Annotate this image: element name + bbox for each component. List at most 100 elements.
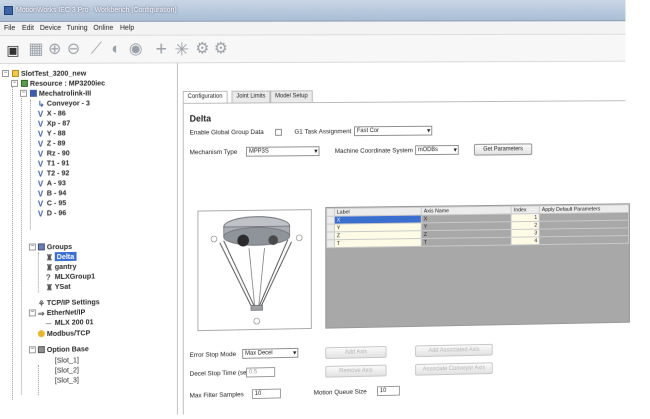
decel-stop-label: Decel Stop Time (sec)	[189, 369, 252, 378]
add-axis-button[interactable]: Add Axis	[325, 346, 387, 360]
tree-item-project[interactable]: SlotTest_3200_new	[11, 69, 86, 78]
coord-system-dropdown[interactable]: mODBs	[415, 145, 459, 156]
app-icon	[3, 5, 13, 15]
tree-item-axis[interactable]: VX - 86	[38, 109, 66, 119]
record-icon[interactable]: ◐	[107, 41, 125, 59]
tree-item-axis[interactable]: ↳ Conveyor - 3	[38, 98, 90, 108]
link-icon[interactable]: ⟋	[87, 41, 105, 59]
axis-icon: V	[37, 129, 44, 139]
menu-file[interactable]: File	[4, 25, 15, 32]
tree-item-slot[interactable]: [Slot_2]	[46, 365, 79, 375]
tab-model-setup[interactable]: Model Setup	[270, 90, 313, 103]
network-icon: ⇒	[37, 309, 45, 319]
tree-item-groups[interactable]: Groups	[37, 242, 72, 251]
modbus-icon	[37, 330, 45, 338]
tree-item-mlx[interactable]: ─ MLX 200 01	[46, 317, 94, 328]
axis-icon: V	[37, 149, 44, 159]
save-icon[interactable]: ▣	[4, 41, 22, 59]
menu-tuning[interactable]: Tuning	[67, 25, 88, 32]
project-icon	[11, 69, 19, 77]
grid-icon[interactable]: ▦	[27, 41, 45, 59]
title-bar: MotionWorks IEC 3 Pro - Workbench (Confi…	[0, 0, 626, 22]
label-cell[interactable]: T	[334, 238, 422, 248]
axis-icon: ↳	[37, 99, 45, 109]
tree-item-option-base[interactable]: Option Base	[37, 344, 89, 354]
tree-item-axis[interactable]: V T2 - 92	[38, 168, 70, 178]
tree-item-axis[interactable]: VY - 88	[38, 129, 66, 139]
robot-diagram	[197, 209, 312, 332]
zoom-out-icon[interactable]: ⊖	[65, 41, 83, 59]
stop-icon[interactable]: ◉	[127, 41, 145, 59]
slot-icon	[46, 367, 53, 374]
tab-joint-limits[interactable]: Joint Limits	[231, 90, 271, 103]
zoom-in-icon[interactable]: ⊕	[46, 41, 64, 59]
tree-item-axis[interactable]: VC - 95	[38, 198, 66, 208]
tree-item-gantry[interactable]: ♜ gantry	[46, 262, 77, 272]
option-icon	[37, 346, 45, 354]
task-dropdown[interactable]: Fast Cor	[354, 125, 433, 137]
tree-item-modbus[interactable]: Modbus/TCP	[37, 328, 90, 338]
delta-robot-icon	[198, 210, 310, 330]
axis-grid: Label Axis Name Index Apply Default Para…	[325, 203, 631, 329]
error-stop-dropdown[interactable]: Max Decel	[242, 347, 299, 359]
tree-item-mlxgroup[interactable]: ? MLXGroup1	[46, 271, 95, 282]
project-tree: − − − − − − SlotTest_3200_new Resource :…	[0, 63, 178, 419]
decel-stop-field[interactable]: 0.5	[246, 367, 276, 378]
mechanism-dropdown[interactable]: MPP3S	[246, 146, 320, 157]
tree-item-mechatrolink[interactable]: Mechatrolink-III	[29, 89, 91, 98]
get-parameters-button[interactable]: Get Parameters	[473, 143, 533, 156]
tree-item-axis[interactable]: VA - 93	[38, 178, 66, 188]
collapse-icon[interactable]: −	[10, 79, 18, 87]
index-cell[interactable]: 4	[511, 236, 540, 245]
max-filter-field[interactable]: 10	[251, 388, 281, 400]
configuration-panel: Delta Enable Global Group Data G1 Task A…	[182, 100, 631, 415]
robot-icon: ♜	[45, 283, 53, 293]
axis-name-cell[interactable]: T	[421, 237, 512, 247]
tree-item-delta[interactable]: ♜ Delta	[46, 251, 77, 262]
gear-icon[interactable]: ⚙	[194, 40, 212, 58]
motion-queue-label: Motion Queue Size	[313, 388, 367, 397]
add-axis-icon[interactable]: +	[152, 39, 170, 61]
device-icon: ─	[45, 319, 52, 329]
collapse-icon[interactable]: −	[19, 89, 27, 97]
gear-icon[interactable]: ⚙	[212, 40, 230, 58]
tree-item-resource[interactable]: Resource : MP3200iec	[20, 79, 105, 88]
tree-item-axis[interactable]: V T1 - 91	[38, 158, 70, 168]
apply-defaults-cell[interactable]	[539, 235, 629, 245]
axis-table: Label Axis Name Index Apply Default Para…	[326, 204, 629, 248]
tree-item-axis[interactable]: VZ - 89	[38, 138, 66, 148]
resource-icon	[20, 79, 28, 87]
menu-edit[interactable]: Edit	[22, 25, 34, 32]
remove-axis-button[interactable]: Remove Axis	[325, 364, 387, 378]
menu-device[interactable]: Device	[40, 25, 61, 32]
network-icon	[29, 89, 37, 97]
tree-item-tcpip[interactable]: ⚘ TCP/IP Settings	[38, 297, 100, 308]
tree-item-axis[interactable]: V Rz - 90	[38, 148, 70, 158]
collapse-icon[interactable]: −	[1, 69, 9, 77]
menu-help[interactable]: Help	[120, 25, 134, 32]
tree-item-slot[interactable]: [Slot_3]	[46, 375, 79, 385]
collapse-icon[interactable]: −	[28, 243, 36, 251]
associate-conveyor-button[interactable]: Associate Conveyor Axis	[415, 362, 493, 376]
enable-checkbox[interactable]	[275, 128, 282, 136]
tree-item-axis[interactable]: VB - 94	[38, 188, 66, 198]
window-title: MotionWorks IEC 3 Pro - Workbench (Confi…	[15, 6, 177, 14]
app-window: MotionWorks IEC 3 Pro - Workbench (Confi…	[0, 0, 631, 419]
menu-online[interactable]: Online	[93, 25, 113, 32]
slot-icon	[46, 377, 53, 384]
tree-item-slot[interactable]: [Slot_1]	[46, 355, 79, 365]
max-filter-label: Max Filter Samples	[189, 391, 244, 400]
collapse-icon[interactable]: −	[28, 309, 36, 317]
add-associated-axis-button[interactable]: Add Associated Axis	[415, 343, 493, 358]
toolbar: ▣ ▦ ⊕ ⊖ ⟋ ◐ ◉ + ✳ ⚙ ⚙	[0, 34, 626, 64]
collapse-icon[interactable]: −	[28, 346, 36, 354]
tree-item-axis[interactable]: VD - 96	[38, 208, 66, 218]
sparkle-icon[interactable]: ✳	[173, 40, 191, 60]
tree-item-axis[interactable]: V Xp - 87	[38, 119, 70, 129]
motion-queue-field[interactable]: 10	[377, 385, 400, 397]
coord-system-label: Machine Coordinate System	[334, 147, 413, 155]
groups-icon	[37, 243, 45, 251]
axis-icon: V	[37, 109, 44, 119]
tree-item-ysat[interactable]: ♜ YSat	[46, 282, 71, 292]
task-label: G1 Task Assignment	[294, 128, 352, 136]
